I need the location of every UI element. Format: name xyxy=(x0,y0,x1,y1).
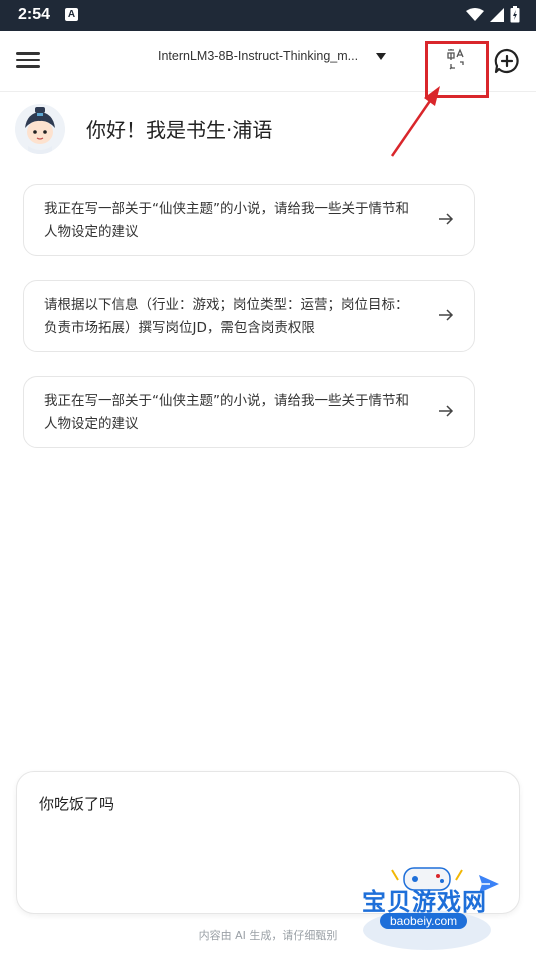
suggestion-text: 请根据以下信息（行业：游戏；岗位类型：运营；岗位目标：负责市场拓展）撰写岗位JD… xyxy=(44,297,409,336)
ai-disclaimer: 内容由 AI 生成，请仔细甄别 xyxy=(198,929,338,942)
translate-icon xyxy=(447,48,464,70)
status-icons xyxy=(466,6,520,23)
translate-button[interactable] xyxy=(446,48,470,72)
model-selector[interactable]: InternLM3-8B-Instruct-Thinking_m... xyxy=(158,49,386,63)
top-bar: InternLM3-8B-Instruct-Thinking_m... xyxy=(0,31,536,92)
suggestion-card[interactable]: 我正在写一部关于“仙侠主题”的小说，请给我一些关于情节和人物设定的建议 xyxy=(23,376,475,448)
suggestion-text: 我正在写一部关于“仙侠主题”的小说，请给我一些关于情节和人物设定的建议 xyxy=(44,393,409,432)
suggestion-card[interactable]: 我正在写一部关于“仙侠主题”的小说，请给我一些关于情节和人物设定的建议 xyxy=(23,184,475,256)
scholar-avatar-icon xyxy=(15,104,65,154)
annotation-arrow-icon xyxy=(390,86,440,157)
greeting-text: 你好！我是书生·浦语 xyxy=(86,118,273,142)
new-chat-icon xyxy=(494,48,519,74)
status-bar: 2:54 A xyxy=(0,0,536,31)
menu-button[interactable] xyxy=(16,48,44,74)
arrow-right-icon xyxy=(439,405,454,417)
status-time: 2:54 xyxy=(18,6,51,23)
notification-icon: A xyxy=(65,8,78,21)
suggestion-text: 我正在写一部关于“仙侠主题”的小说，请给我一些关于情节和人物设定的建议 xyxy=(44,201,409,240)
wifi-icon xyxy=(466,7,484,21)
new-chat-button[interactable] xyxy=(493,47,521,75)
hamburger-icon xyxy=(16,52,44,68)
model-name: InternLM3-8B-Instruct-Thinking_m... xyxy=(158,49,359,63)
signal-icon xyxy=(490,7,504,22)
assistant-avatar xyxy=(15,104,65,154)
send-button[interactable] xyxy=(477,872,501,896)
arrow-right-icon xyxy=(439,309,454,321)
suggestion-card[interactable]: 请根据以下信息（行业：游戏；岗位类型：运营；岗位目标：负责市场拓展）撰写岗位JD… xyxy=(23,280,475,352)
message-input[interactable] xyxy=(37,794,441,813)
message-input-box[interactable] xyxy=(16,771,520,914)
battery-icon xyxy=(510,6,520,23)
send-icon xyxy=(479,875,499,893)
caret-down-icon xyxy=(376,52,386,60)
arrow-right-icon xyxy=(439,213,454,225)
